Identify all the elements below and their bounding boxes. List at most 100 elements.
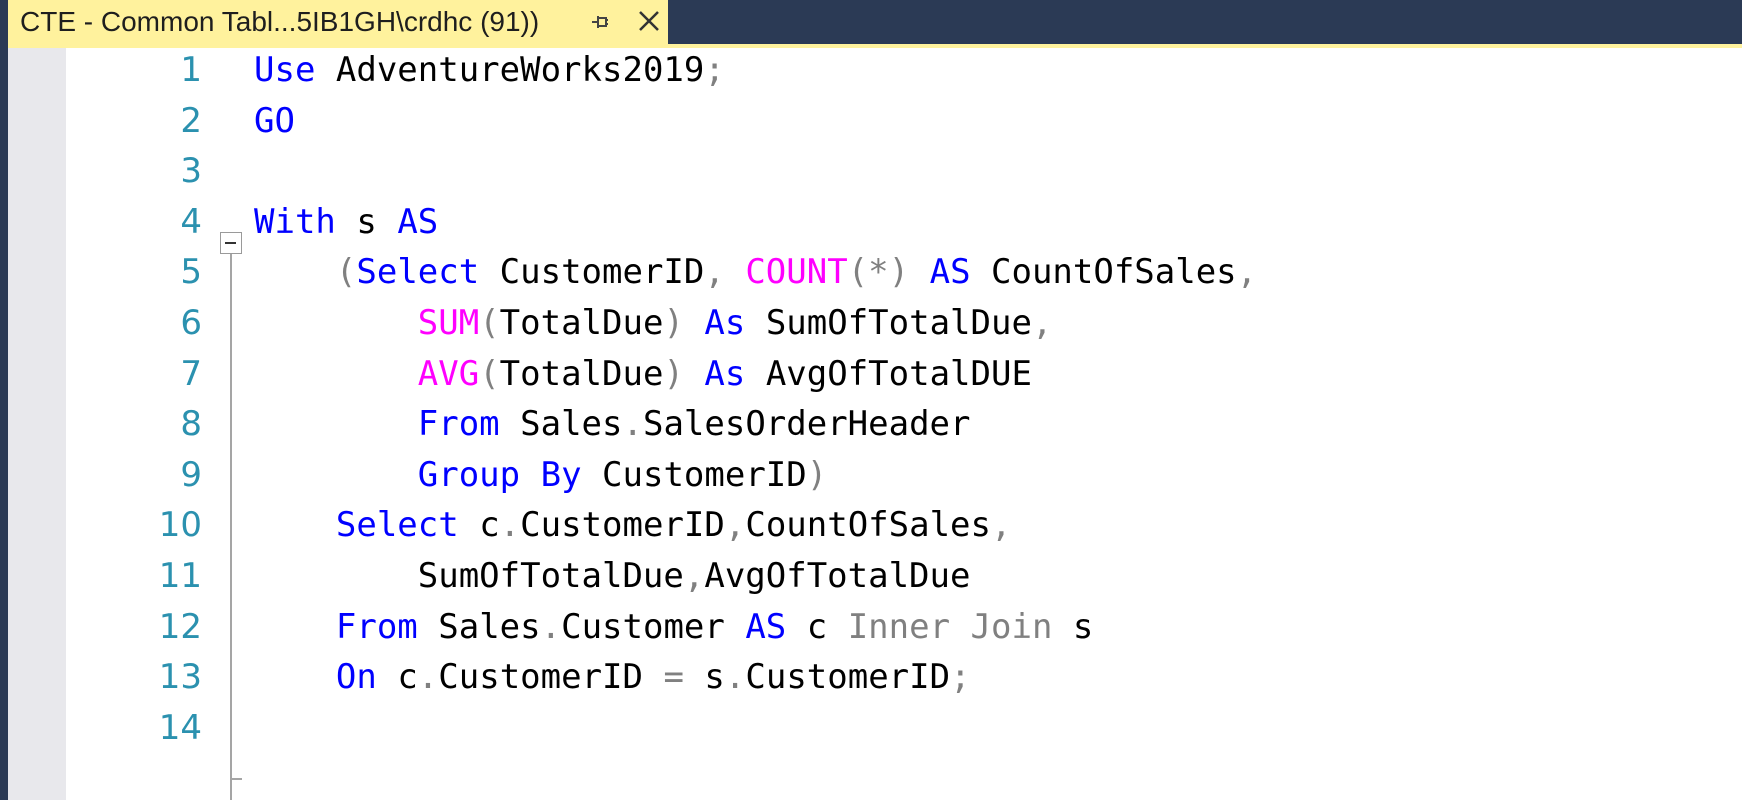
line-number: 4: [180, 201, 202, 242]
code-line[interactable]: With s AS: [254, 194, 438, 250]
code-token: AvgOfTotalDue: [704, 556, 971, 596]
code-token: ;: [950, 657, 971, 698]
code-token: s: [1052, 606, 1094, 647]
code-token: CountOfSales: [745, 505, 991, 546]
code-token: (: [335, 252, 357, 293]
code-token: ,: [683, 556, 705, 596]
code-token: SumOfTotalDue: [254, 556, 684, 596]
code-line[interactable]: Group By CustomerID): [254, 447, 827, 503]
code-token: AS: [745, 606, 787, 647]
code-token: .: [540, 606, 562, 647]
window-frame: [0, 44, 8, 800]
code-token: AS: [929, 252, 971, 293]
line-number: 6: [180, 303, 202, 343]
code-token: (*): [847, 252, 910, 293]
code-line[interactable]: On c.CustomerID = s.CustomerID;: [254, 649, 971, 705]
code-token: Join: [970, 606, 1053, 647]
code-token: Sales: [499, 404, 623, 445]
document-tab-title: CTE - Common Tabl...5IB1GH\crdhc (91)): [20, 6, 540, 37]
code-token: Customer: [561, 606, 746, 647]
code-token: ,: [1236, 252, 1258, 293]
code-token: GO: [254, 100, 295, 141]
code-token: As: [704, 353, 746, 394]
code-token: TotalDue: [499, 303, 664, 343]
code-text-area[interactable]: Use AdventureWorks2019; GO With s AS (Sele…: [254, 48, 1734, 800]
code-token: ,: [704, 252, 746, 293]
code-token: AVG: [417, 353, 480, 394]
code-token: .: [417, 657, 439, 698]
code-token: CountOfSales: [970, 252, 1237, 293]
code-token: .: [724, 657, 746, 698]
code-editor[interactable]: 1 2 3 4 5 6 7 8 9 10 11 12 13 14 Use AdventureWorks20…: [8, 48, 1742, 800]
line-number: 7: [180, 353, 202, 394]
code-line[interactable]: From Sales.SalesOrderHeader: [254, 396, 971, 452]
line-number: 2: [180, 100, 202, 141]
code-token: ;: [704, 50, 725, 90]
line-number: 5: [180, 252, 202, 293]
line-number: 9: [180, 454, 202, 495]
code-line[interactable]: Use AdventureWorks2019;: [254, 48, 725, 98]
document-tab[interactable]: CTE - Common Tabl...5IB1GH\crdhc (91)): [8, 0, 668, 44]
code-token: AdventureWorks2019: [315, 50, 705, 90]
close-icon[interactable]: [634, 6, 664, 36]
code-token: c: [458, 505, 500, 546]
line-number: 13: [158, 657, 202, 698]
code-token: Group: [417, 454, 521, 495]
code-token: ,: [990, 505, 1012, 546]
code-token: (: [479, 303, 500, 343]
code-token: CustomerID: [479, 252, 705, 293]
code-token: Sales: [417, 606, 541, 647]
code-line[interactable]: From Sales.Customer AS c Inner Join s: [254, 599, 1094, 655]
code-token: ): [663, 353, 684, 394]
code-token: SumOfTotalDue: [745, 303, 1032, 343]
line-number: 10: [158, 505, 202, 546]
line-number: 12: [158, 606, 202, 647]
code-token: From: [417, 404, 500, 445]
code-token: CustomerID: [581, 454, 807, 495]
code-line[interactable]: SUM(TotalDue) As SumOfTotalDue,: [254, 295, 1053, 351]
code-token: Inner: [847, 606, 951, 647]
code-token: ,: [1031, 303, 1053, 343]
line-number: 3: [180, 151, 202, 192]
outline-region-line: [230, 254, 232, 800]
code-token: SalesOrderHeader: [642, 404, 971, 445]
document-tab-strip: CTE - Common Tabl...5IB1GH\crdhc (91)): [0, 0, 1742, 44]
code-token: s: [683, 657, 725, 698]
code-token: On: [335, 657, 377, 698]
code-token: TotalDue: [499, 353, 664, 394]
line-number: 11: [158, 556, 202, 596]
line-number-gutter: 1 2 3 4 5 6 7 8 9 10 11 12 13 14: [66, 48, 202, 800]
code-token: c: [786, 606, 848, 647]
code-token: ): [806, 454, 828, 495]
code-token: Select: [356, 252, 480, 293]
code-token: .: [622, 404, 643, 445]
outline-region-end: [230, 778, 242, 780]
code-token: =: [663, 657, 684, 698]
collapse-region-icon[interactable]: [220, 232, 242, 254]
code-token: AvgOfTotalDUE: [745, 353, 1032, 394]
code-token: SUM: [417, 303, 480, 343]
code-line[interactable]: AVG(TotalDue) As AvgOfTotalDUE: [254, 346, 1032, 402]
pin-icon[interactable]: [586, 8, 614, 36]
line-number: 14: [158, 707, 202, 748]
code-line[interactable]: Select c.CustomerID,CountOfSales,: [254, 497, 1012, 553]
code-token: s: [335, 201, 398, 242]
code-token: As: [704, 303, 746, 343]
code-line[interactable]: GO: [254, 93, 295, 149]
code-line[interactable]: (Select CustomerID, COUNT(*) AS CountOfS…: [254, 244, 1257, 300]
line-number: 8: [180, 404, 202, 445]
glyph-margin[interactable]: [8, 48, 66, 800]
code-token: ): [663, 303, 684, 343]
code-line[interactable]: SumOfTotalDue,AvgOfTotalDue: [254, 548, 971, 604]
